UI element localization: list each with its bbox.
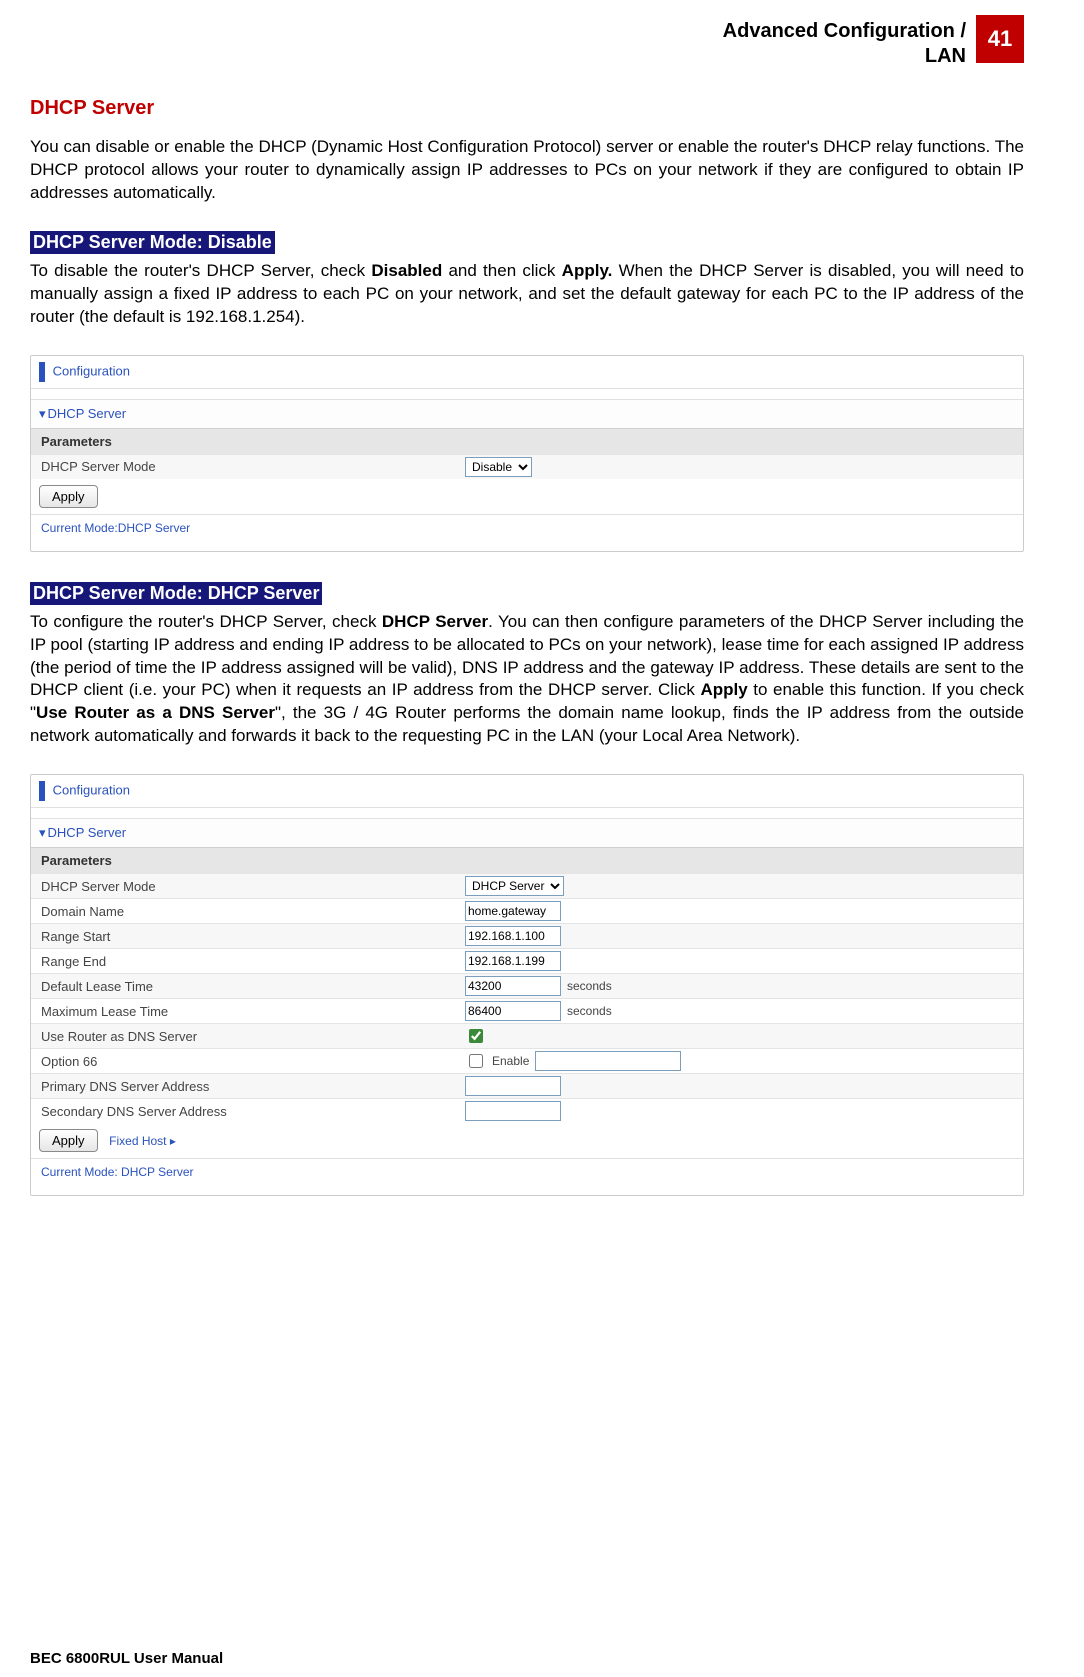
config-label: Configuration <box>53 783 130 798</box>
page-header: Advanced Configuration / LAN 41 <box>30 15 1024 69</box>
apply-button[interactable]: Apply <box>39 485 98 508</box>
domain-input[interactable] <box>465 901 561 921</box>
domain-row: Domain Name <box>31 898 1023 923</box>
mode-disable-paragraph: To disable the router's DHCP Server, che… <box>30 260 1024 329</box>
option66-checkbox[interactable] <box>469 1054 483 1068</box>
current-mode: Current Mode: DHCP Server <box>31 1158 1023 1185</box>
breadcrumb-line2: LAN <box>925 45 966 67</box>
blue-bar-icon <box>39 362 45 382</box>
mode-row: DHCP Server Mode DHCP Server <box>31 873 1023 898</box>
unit-label: seconds <box>567 979 612 993</box>
mode-disable-heading: DHCP Server Mode: Disable <box>30 231 275 254</box>
dhcp-section-title: ▾DHCP Server <box>31 399 1023 428</box>
default-lease-row: Default Lease Time seconds <box>31 973 1023 998</box>
triangle-right-icon: ▸ <box>170 1134 176 1148</box>
primary-dns-input[interactable] <box>465 1076 561 1096</box>
apply-row: Apply Fixed Host ▸ <box>31 1123 1023 1158</box>
fixed-host-link[interactable]: Fixed Host ▸ <box>109 1134 176 1148</box>
mode-server-heading: DHCP Server Mode: DHCP Server <box>30 582 322 605</box>
parameters-row: Parameters <box>31 428 1023 454</box>
config-header: Configuration <box>31 775 1023 808</box>
option66-row: Option 66 Enable <box>31 1048 1023 1073</box>
config-header: Configuration <box>31 356 1023 389</box>
blue-bar-icon <box>39 781 45 801</box>
mode-select[interactable]: Disable <box>465 457 532 477</box>
intro-paragraph: You can disable or enable the DHCP (Dyna… <box>30 136 1024 205</box>
max-lease-row: Maximum Lease Time seconds <box>31 998 1023 1023</box>
config-screenshot-disable: Configuration ▾DHCP Server Parameters DH… <box>30 355 1024 552</box>
mode-select[interactable]: DHCP Server <box>465 876 564 896</box>
caret-down-icon: ▾ <box>39 825 46 840</box>
apply-button[interactable]: Apply <box>39 1129 98 1152</box>
secondary-dns-row: Secondary DNS Server Address <box>31 1098 1023 1123</box>
use-router-dns-checkbox[interactable] <box>469 1029 483 1043</box>
footer: BEC 6800RUL User Manual <box>30 1650 223 1667</box>
mode-row: DHCP Server Mode Disable <box>31 454 1023 479</box>
range-start-row: Range Start <box>31 923 1023 948</box>
current-mode: Current Mode:DHCP Server <box>31 514 1023 541</box>
max-lease-input[interactable] <box>465 1001 561 1021</box>
range-end-row: Range End <box>31 948 1023 973</box>
page-number: 41 <box>976 15 1024 63</box>
parameters-row: Parameters <box>31 847 1023 873</box>
breadcrumb: Advanced Configuration / LAN <box>723 15 976 69</box>
range-start-input[interactable] <box>465 926 561 946</box>
default-lease-input[interactable] <box>465 976 561 996</box>
mode-label: DHCP Server Mode <box>31 455 461 478</box>
primary-dns-row: Primary DNS Server Address <box>31 1073 1023 1098</box>
config-screenshot-server: Configuration ▾DHCP Server Parameters DH… <box>30 774 1024 1196</box>
unit-label: seconds <box>567 1004 612 1018</box>
option66-input[interactable] <box>535 1051 681 1071</box>
section-title: DHCP Server <box>30 97 1024 120</box>
enable-label: Enable <box>492 1054 529 1068</box>
dhcp-section-title: ▾DHCP Server <box>31 818 1023 847</box>
mode-server-paragraph: To configure the router's DHCP Server, c… <box>30 611 1024 749</box>
range-end-input[interactable] <box>465 951 561 971</box>
breadcrumb-line1: Advanced Configuration / <box>723 20 966 42</box>
secondary-dns-input[interactable] <box>465 1101 561 1121</box>
apply-row: Apply <box>31 479 1023 514</box>
use-router-dns-row: Use Router as DNS Server <box>31 1023 1023 1048</box>
config-label: Configuration <box>53 363 130 378</box>
caret-down-icon: ▾ <box>39 406 46 421</box>
